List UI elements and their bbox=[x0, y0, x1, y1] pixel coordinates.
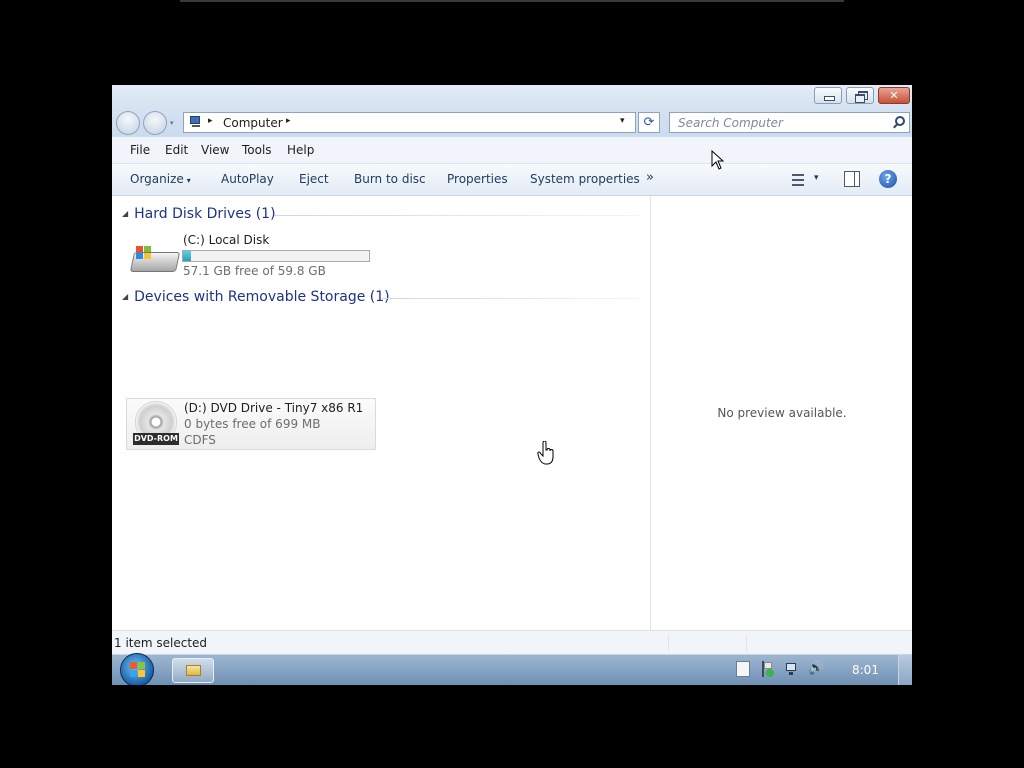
refresh-button[interactable]: ⟳ bbox=[638, 112, 660, 133]
menu-bar: File Edit View Tools Help bbox=[112, 137, 912, 164]
dvd-drive-free-space: 0 bytes free of 699 MB bbox=[184, 417, 321, 431]
hand-pointer-icon bbox=[537, 441, 554, 465]
breadcrumb-separator-icon[interactable]: ▸ bbox=[208, 116, 213, 126]
view-details-icon bbox=[792, 174, 804, 176]
volume-icon[interactable]: 🔊 bbox=[808, 661, 824, 677]
group-divider bbox=[382, 298, 640, 299]
close-icon: ✕ bbox=[889, 89, 899, 102]
command-bar: Organize ▾ AutoPlay Eject Burn to disc Pr… bbox=[112, 164, 912, 196]
breadcrumb-expand-icon[interactable]: ▸ bbox=[286, 116, 291, 126]
address-bar[interactable]: ▸ Computer ▸ ▾ bbox=[183, 112, 636, 133]
screen-top-edge bbox=[180, 0, 844, 2]
chevron-down-icon: ▾ bbox=[814, 173, 819, 183]
status-bar: 1 item selected bbox=[112, 630, 912, 655]
minimize-button[interactable] bbox=[814, 87, 842, 104]
help-icon[interactable]: ? bbox=[879, 170, 897, 188]
taskbar: 🔊 8:01 bbox=[112, 653, 912, 685]
network-icon[interactable] bbox=[784, 661, 798, 677]
search-box[interactable]: Search Computer bbox=[669, 112, 910, 133]
group-header-removable-storage[interactable]: ◢ Devices with Removable Storage (1) bbox=[122, 289, 390, 305]
burn-to-disc-button[interactable]: Burn to disc bbox=[354, 172, 426, 186]
restore-button[interactable] bbox=[846, 87, 874, 104]
dvd-rom-label: DVD-ROM bbox=[133, 433, 179, 445]
recent-pages-dropdown-icon[interactable]: ▾ bbox=[170, 119, 174, 127]
organize-button[interactable]: Organize ▾ bbox=[130, 172, 191, 186]
taskbar-explorer-button[interactable] bbox=[172, 658, 214, 683]
search-icon[interactable] bbox=[892, 116, 905, 129]
group-header-label: Devices with Removable Storage (1) bbox=[134, 289, 390, 305]
windows-logo-icon bbox=[130, 662, 137, 669]
eject-button[interactable]: Eject bbox=[299, 172, 329, 186]
status-divider bbox=[668, 635, 669, 651]
properties-button[interactable]: Properties bbox=[447, 172, 508, 186]
status-divider bbox=[746, 635, 747, 651]
navigation-bar: ▾ ▸ Computer ▸ ▾ ⟳ Search Computer bbox=[112, 107, 912, 137]
chevron-down-icon: ▾ bbox=[186, 176, 191, 185]
preview-pane-toggle-icon[interactable] bbox=[844, 171, 860, 187]
change-view-button[interactable]: ▾ bbox=[788, 171, 828, 189]
collapse-arrow-icon[interactable]: ◢ bbox=[122, 292, 128, 301]
title-bar[interactable]: ✕ bbox=[112, 85, 912, 107]
explorer-window: ✕ ▾ ▸ Computer ▸ ▾ ⟳ Search Computer Fil… bbox=[112, 85, 912, 685]
disk-usage-bar bbox=[182, 250, 370, 262]
close-button[interactable]: ✕ bbox=[878, 87, 910, 104]
dvd-drive-item[interactable]: DVD-ROM (D:) DVD Drive - Tiny7 x86 R1 0 … bbox=[126, 398, 376, 450]
local-disk-name[interactable]: (C:) Local Disk bbox=[183, 233, 269, 247]
taskbar-clock[interactable]: 8:01 bbox=[852, 663, 879, 677]
windows-logo-icon bbox=[136, 246, 152, 260]
restore-icon-front bbox=[855, 94, 865, 103]
action-center-icon[interactable] bbox=[760, 661, 774, 677]
local-disk-free-space: 57.1 GB free of 59.8 GB bbox=[183, 264, 326, 278]
minimize-icon bbox=[824, 96, 835, 101]
more-commands-icon[interactable]: » bbox=[646, 170, 654, 185]
autoplay-button[interactable]: AutoPlay bbox=[221, 172, 274, 186]
menu-help[interactable]: Help bbox=[287, 143, 314, 157]
breadcrumb-computer[interactable]: Computer bbox=[223, 116, 283, 130]
folder-icon bbox=[186, 665, 201, 676]
collapse-arrow-icon[interactable]: ◢ bbox=[122, 209, 128, 218]
address-history-dropdown-icon[interactable]: ▾ bbox=[620, 116, 625, 126]
refresh-icon: ⟳ bbox=[643, 115, 655, 130]
mouse-pointer-icon bbox=[711, 150, 725, 170]
computer-icon bbox=[188, 116, 202, 128]
search-input[interactable]: Search Computer bbox=[678, 116, 783, 130]
hard-drive-icon[interactable] bbox=[129, 242, 181, 274]
dvd-drive-filesystem: CDFS bbox=[184, 433, 216, 447]
preview-pane: No preview available. bbox=[650, 196, 912, 630]
status-text: 1 item selected bbox=[114, 636, 208, 650]
menu-tools[interactable]: Tools bbox=[242, 143, 272, 157]
start-button[interactable] bbox=[120, 653, 154, 685]
show-desktop-button[interactable] bbox=[898, 655, 912, 685]
file-list-pane[interactable]: ◢ Hard Disk Drives (1) (C:) Local Disk 57… bbox=[112, 196, 650, 630]
group-divider bbox=[274, 215, 640, 216]
menu-view[interactable]: View bbox=[201, 143, 229, 157]
back-button[interactable] bbox=[116, 111, 140, 135]
preview-message: No preview available. bbox=[717, 406, 847, 420]
menu-edit[interactable]: Edit bbox=[165, 143, 188, 157]
forward-button[interactable] bbox=[143, 111, 167, 135]
dvd-drive-name: (D:) DVD Drive - Tiny7 x86 R1 bbox=[184, 401, 364, 415]
system-properties-button[interactable]: System properties bbox=[530, 172, 640, 186]
group-header-label: Hard Disk Drives (1) bbox=[134, 206, 276, 222]
organize-label: Organize bbox=[130, 172, 184, 186]
dvd-drive-icon: DVD-ROM bbox=[133, 401, 179, 447]
notepad-tray-icon[interactable] bbox=[736, 661, 750, 677]
disk-usage-fill bbox=[183, 251, 191, 261]
group-header-hard-disk-drives[interactable]: ◢ Hard Disk Drives (1) bbox=[122, 206, 276, 222]
menu-file[interactable]: File bbox=[130, 143, 150, 157]
